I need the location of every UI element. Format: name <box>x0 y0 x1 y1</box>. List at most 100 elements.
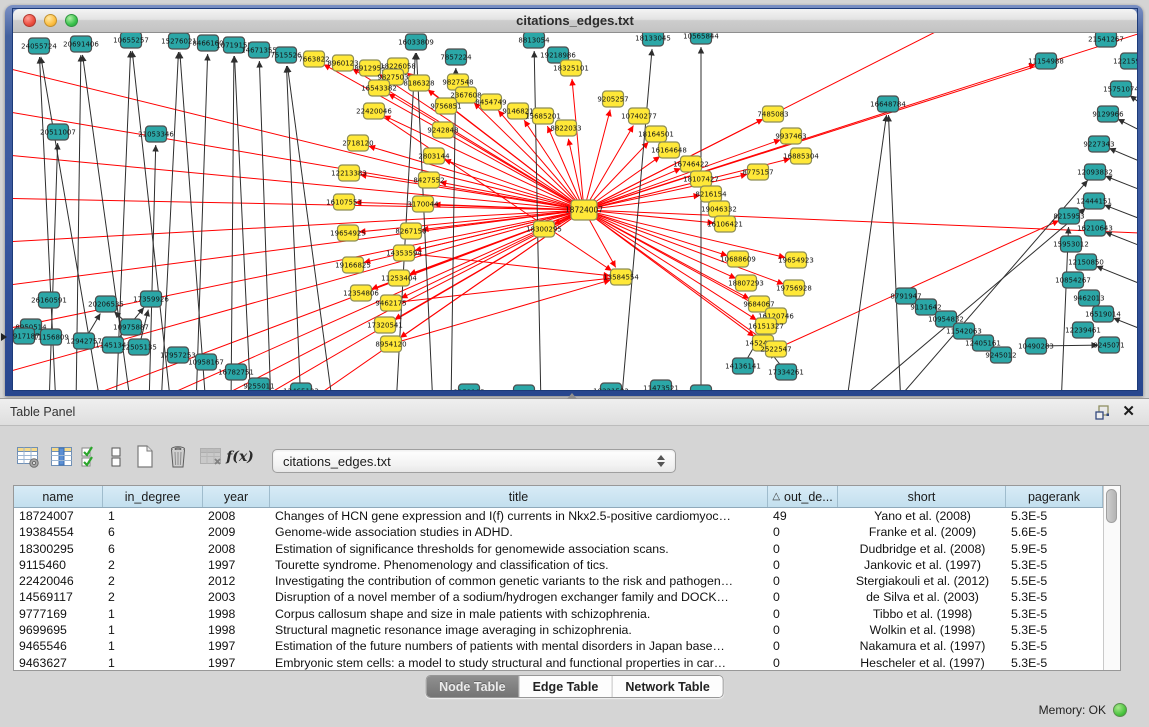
table-cell[interactable]: 9115460 <box>14 557 103 573</box>
table-cell[interactable]: 5.3E-5 <box>1006 655 1103 670</box>
table-cell[interactable]: 0 <box>768 573 838 589</box>
table-row[interactable]: 969969511998Structural magnetic resonanc… <box>14 622 1103 638</box>
table-cell[interactable]: 0 <box>768 589 838 605</box>
table-row[interactable]: 977716911998Corpus callosum shape and si… <box>14 606 1103 622</box>
table-cell[interactable]: 5.6E-5 <box>1006 524 1103 540</box>
table-cell[interactable]: 1997 <box>203 638 270 654</box>
column-header-short[interactable]: short <box>838 486 1006 507</box>
table-cell[interactable]: 18300295 <box>14 541 103 557</box>
table-cell[interactable]: Genome-wide association studies in ADHD. <box>270 524 768 540</box>
table-cell[interactable]: 1 <box>103 606 203 622</box>
table-cell[interactable]: 2008 <box>203 541 270 557</box>
delete-table-button[interactable] <box>196 442 226 472</box>
table-cell[interactable]: 1 <box>103 622 203 638</box>
table-cell[interactable]: 1997 <box>203 557 270 573</box>
column-header-in_degree[interactable]: in_degree <box>103 486 203 507</box>
table-row[interactable]: 946554611997Estimation of the future num… <box>14 638 1103 654</box>
west-panel-expand-arrow[interactable] <box>1 333 7 341</box>
table-cell[interactable]: 5.3E-5 <box>1006 589 1103 605</box>
table-cell[interactable]: Investigating the contribution of common… <box>270 573 768 589</box>
memory-status-indicator[interactable] <box>1113 703 1127 717</box>
tab-edge-table[interactable]: Edge Table <box>520 676 613 697</box>
zoom-window-button[interactable] <box>65 14 78 27</box>
splitter-collapse-handle[interactable] <box>567 393 577 399</box>
table-cell[interactable]: 2003 <box>203 589 270 605</box>
table-cell[interactable]: 1 <box>103 638 203 654</box>
create-column-button[interactable] <box>130 442 160 472</box>
table-cell[interactable]: 9463627 <box>14 655 103 670</box>
table-cell[interactable]: 14569117 <box>14 589 103 605</box>
table-cell[interactable]: 0 <box>768 622 838 638</box>
table-row[interactable]: 2242004622012Investigating the contribut… <box>14 573 1103 589</box>
tab-node-table[interactable]: Node Table <box>426 676 519 697</box>
table-row[interactable]: 911546021997Tourette syndrome. Phenomeno… <box>14 557 1103 573</box>
table-row[interactable]: 1830029562008Estimation of significance … <box>14 541 1103 557</box>
table-cell[interactable]: Jankovic et al. (1997) <box>838 557 1006 573</box>
table-cell[interactable]: Estimation of the future numbers of pati… <box>270 638 768 654</box>
column-header-title[interactable]: title <box>270 486 768 507</box>
table-cell[interactable]: Changes of HCN gene expression and I(f) … <box>270 508 768 524</box>
table-cell[interactable]: 1998 <box>203 622 270 638</box>
table-cell[interactable]: 6 <box>103 541 203 557</box>
column-header-name[interactable]: name <box>14 486 103 507</box>
column-header-pagerank[interactable]: pagerank <box>1006 486 1103 507</box>
table-cell[interactable]: Disruption of a novel member of a sodium… <box>270 589 768 605</box>
table-cell[interactable]: Yano et al. (2008) <box>838 508 1006 524</box>
table-cell[interactable]: 9777169 <box>14 606 103 622</box>
vertical-scrollbar[interactable] <box>1103 486 1120 670</box>
table-cell[interactable]: 2 <box>103 589 203 605</box>
table-cell[interactable]: Corpus callosum shape and size in male p… <box>270 606 768 622</box>
table-cell[interactable]: Embryonic stem cells: a model to study s… <box>270 655 768 670</box>
table-cell[interactable]: 9465546 <box>14 638 103 654</box>
tab-network-table[interactable]: Network Table <box>612 676 723 697</box>
table-cell[interactable]: 9699695 <box>14 622 103 638</box>
table-cell[interactable]: 1998 <box>203 606 270 622</box>
minimize-window-button[interactable] <box>44 14 57 27</box>
table-cell[interactable]: 0 <box>768 541 838 557</box>
table-cell[interactable]: 18724007 <box>14 508 103 524</box>
function-builder-button[interactable]: f(x) <box>229 442 251 472</box>
table-cell[interactable]: Franke et al. (2009) <box>838 524 1006 540</box>
close-window-button[interactable] <box>23 14 36 27</box>
table-cell[interactable]: Structural magnetic resonance image aver… <box>270 622 768 638</box>
table-cell[interactable]: 49 <box>768 508 838 524</box>
table-cell[interactable]: 6 <box>103 524 203 540</box>
table-row[interactable]: 1938455462009Genome-wide association stu… <box>14 524 1103 540</box>
table-cell[interactable]: Tourette syndrome. Phenomenology and cla… <box>270 557 768 573</box>
table-cell[interactable]: 22420046 <box>14 573 103 589</box>
table-mode-button[interactable] <box>14 442 44 472</box>
column-header-out_de[interactable]: △out_de... <box>768 486 838 507</box>
table-cell[interactable]: 0 <box>768 638 838 654</box>
table-cell[interactable]: Dudbridge et al. (2008) <box>838 541 1006 557</box>
table-cell[interactable]: Nakamura et al. (1997) <box>838 638 1006 654</box>
table-cell[interactable]: Estimation of significance thresholds fo… <box>270 541 768 557</box>
table-cell[interactable]: 5.9E-5 <box>1006 541 1103 557</box>
table-row[interactable]: 1872400712008Changes of HCN gene express… <box>14 508 1103 524</box>
table-cell[interactable]: 2 <box>103 557 203 573</box>
table-cell[interactable]: 5.5E-5 <box>1006 573 1103 589</box>
table-cell[interactable]: 2012 <box>203 573 270 589</box>
table-cell[interactable]: 5.3E-5 <box>1006 557 1103 573</box>
table-cell[interactable]: 0 <box>768 606 838 622</box>
table-cell[interactable]: 1997 <box>203 655 270 670</box>
table-cell[interactable]: 5.3E-5 <box>1006 638 1103 654</box>
close-panel-button[interactable]: ✕ <box>1122 405 1135 419</box>
table-selector-dropdown[interactable]: citations_edges.txt <box>272 449 676 473</box>
show-columns-button[interactable] <box>47 442 77 472</box>
table-row[interactable]: 1456911722003Disruption of a novel membe… <box>14 589 1103 605</box>
table-cell[interactable]: 2008 <box>203 508 270 524</box>
table-cell[interactable]: 5.3E-5 <box>1006 508 1103 524</box>
table-cell[interactable]: 1 <box>103 655 203 670</box>
table-cell[interactable]: Hescheler et al. (1997) <box>838 655 1006 670</box>
network-canvas[interactable]: 2405572420691406106552571527602184661601… <box>13 33 1137 390</box>
table-grid[interactable]: namein_degreeyeartitle△out_de...shortpag… <box>14 486 1103 670</box>
column-header-year[interactable]: year <box>203 486 270 507</box>
table-cell[interactable]: 0 <box>768 557 838 573</box>
table-cell[interactable]: Stergiakouli et al. (2012) <box>838 573 1006 589</box>
table-cell[interactable]: 2 <box>103 573 203 589</box>
select-columns-button[interactable] <box>80 442 102 472</box>
table-cell[interactable]: 2009 <box>203 524 270 540</box>
row-height-button[interactable] <box>105 442 127 472</box>
table-cell[interactable]: 5.3E-5 <box>1006 622 1103 638</box>
network-window-titlebar[interactable]: citations_edges.txt <box>13 9 1137 33</box>
